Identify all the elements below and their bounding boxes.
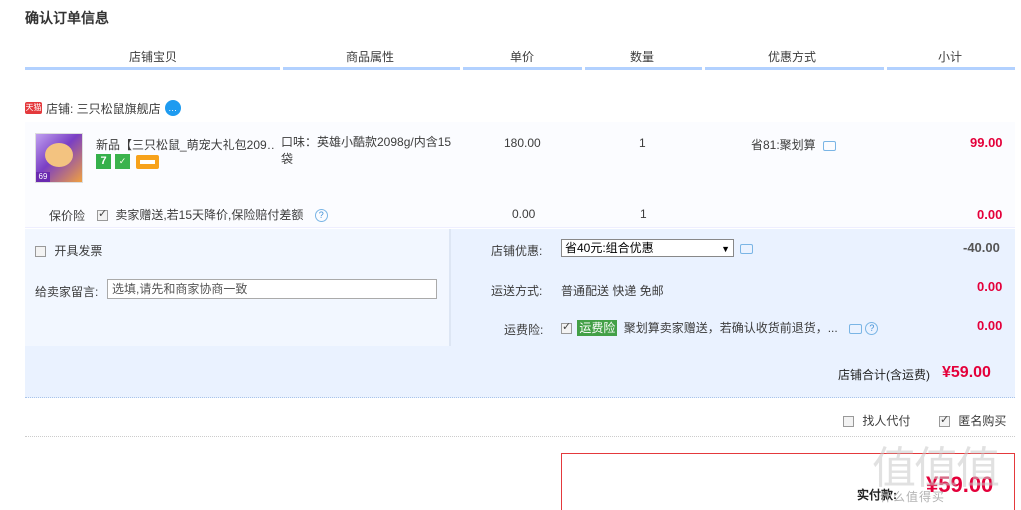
page-title: 确认订单信息 xyxy=(25,10,109,26)
freight-insurance-option: 运费险 聚划算卖家赠送，若确认收货前退货，... ? xyxy=(561,319,879,336)
message-icon[interactable] xyxy=(740,244,753,254)
shop-discount-label: 店铺优惠: xyxy=(491,244,543,258)
message-input[interactable]: 选填,请先和商家协商一致 xyxy=(107,279,437,299)
shop-discount-selected: 省40元:组合优惠 xyxy=(565,241,654,255)
item-name[interactable]: 新品【三只松鼠_萌宠大礼包209… xyxy=(96,136,276,153)
help-icon[interactable]: ? xyxy=(865,322,879,336)
freight-insurance-badge: 运费险 xyxy=(577,320,618,336)
help-icon[interactable]: ? xyxy=(314,209,328,223)
message-icon[interactable] xyxy=(849,323,863,334)
insurance-option: 卖家赠送,若15天降价,保险赔付差额 ? xyxy=(97,206,328,223)
col-header-item: 店铺宝贝 xyxy=(128,50,177,64)
freight-insurance-desc: 聚划算卖家赠送，若确认收货前退货，... xyxy=(623,321,838,335)
shop-discount-amount: -40.00 xyxy=(963,240,1000,255)
item-promo-text: 省81:聚划算 xyxy=(751,138,816,152)
credit-card-icon xyxy=(136,155,159,169)
item-subtotal: 99.00 xyxy=(970,135,1003,150)
freight-insurance-checkbox[interactable] xyxy=(561,320,572,335)
freight-insurance-amount: 0.00 xyxy=(977,318,1003,333)
message-icon[interactable] xyxy=(823,140,837,151)
tmall-icon: 天猫 xyxy=(25,102,42,114)
shipping-amount: 0.00 xyxy=(977,279,1003,294)
invoice-label: 开具发票 xyxy=(54,244,103,258)
shop-total-amount: ¥59.00 xyxy=(942,364,991,381)
insurance-qty: 1 xyxy=(640,207,647,221)
dropdown-arrow-icon: ▼ xyxy=(721,244,730,254)
insurance-checkbox[interactable] xyxy=(97,207,108,222)
shop-total-label: 店铺合计(含运费) xyxy=(838,368,930,382)
chat-bubble-icon[interactable]: … xyxy=(164,100,181,116)
watermark-caption: 什么值得买 xyxy=(880,490,946,504)
shipping-label: 运送方式: xyxy=(491,284,543,298)
guarantee-icon: ✓ xyxy=(115,154,130,169)
watermark: 值值值 xyxy=(872,443,1000,494)
shop-discount-select[interactable]: 省40元:组合优惠 ▼ xyxy=(561,239,734,257)
item-promo: 省81:聚划算 xyxy=(751,136,837,153)
insurance-subtotal: 0.00 xyxy=(977,207,1003,222)
col-header-props: 商品属性 xyxy=(345,50,394,64)
anonymous-checkbox[interactable] xyxy=(939,413,950,428)
col-header-qty: 数量 xyxy=(629,50,654,64)
divider xyxy=(25,436,1015,437)
thumb-price-tag: 69 xyxy=(36,172,50,182)
invoice-option: 开具发票 xyxy=(35,242,102,259)
col-header-price: 单价 xyxy=(509,50,534,64)
header-underline xyxy=(25,67,1015,70)
anonymous-label: 匿名购买 xyxy=(958,414,1007,428)
item-props: 口味：英雄小酷款2098g/内含15袋 xyxy=(281,135,452,166)
col-header-promo: 优惠方式 xyxy=(767,50,816,64)
anonymous-option: 匿名购买 xyxy=(939,412,1006,429)
proxy-pay-option: 找人代付 xyxy=(843,412,910,429)
proxy-pay-label: 找人代付 xyxy=(862,414,911,428)
col-header-subtotal: 小计 xyxy=(937,50,962,64)
shop-name[interactable]: 店铺: 三只松鼠旗舰店 xyxy=(46,100,161,117)
item-price: 180.00 xyxy=(504,136,541,150)
squirrel-mascot-icon xyxy=(45,143,73,167)
insurance-desc: 卖家赠送,若15天降价,保险赔付差额 xyxy=(115,208,304,222)
insurance-label: 保价险 xyxy=(49,209,86,223)
freight-insurance-label: 运费险: xyxy=(504,323,544,337)
seven-day-return-icon: 7 xyxy=(96,154,111,169)
insurance-price: 0.00 xyxy=(512,207,536,221)
message-label: 给卖家留言: xyxy=(35,285,99,299)
item-qty: 1 xyxy=(639,136,646,150)
shop-row: 天猫 店铺: 三只松鼠旗舰店 … xyxy=(25,98,181,118)
shipping-value: 普通配送 快递 免邮 xyxy=(561,284,664,298)
proxy-pay-checkbox[interactable] xyxy=(843,416,854,428)
invoice-checkbox[interactable] xyxy=(35,246,46,258)
